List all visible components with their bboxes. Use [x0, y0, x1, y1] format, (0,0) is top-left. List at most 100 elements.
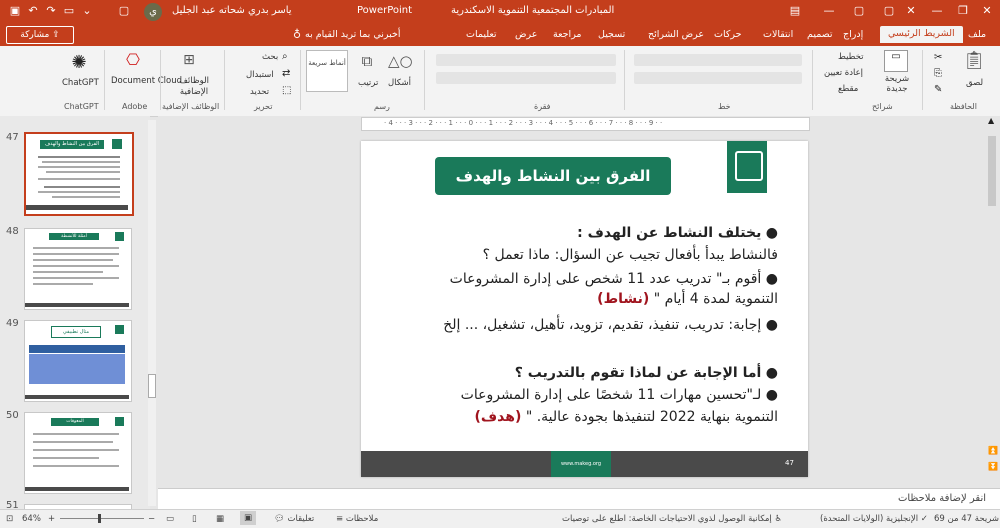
reading-view-icon[interactable]: ▯ [192, 514, 197, 524]
current-slide[interactable]: الفرق بين النشاط والهدف ● يختلف النشاط ع… [361, 141, 808, 477]
slides-group-label: شرائح [872, 102, 893, 111]
new-slide-icon[interactable]: ▭ [884, 50, 908, 72]
tab-slideshow[interactable]: عرض الشرائح [648, 29, 704, 40]
tab-file[interactable]: ملف [968, 29, 986, 40]
close-window-icon-alt[interactable]: ✕ [904, 4, 918, 18]
zoom-slider-thumb[interactable] [98, 514, 101, 523]
slide-thumbnail-50[interactable]: المعوقات [24, 412, 132, 494]
maximize-icon[interactable]: ▢ [852, 4, 866, 18]
redo-icon[interactable]: ↷ [44, 4, 58, 18]
comments-button[interactable]: 💬︎ تعليقات [274, 514, 314, 524]
ribbon-tabs: مشاركة ⇪ ♁ أخبرني بما تريد القيام به تعل… [0, 24, 1000, 46]
replace-label[interactable]: استبدال [246, 70, 274, 80]
tab-record[interactable]: تسجيل [598, 29, 625, 40]
restore-window-icon[interactable]: ❐ [956, 4, 970, 18]
language-status[interactable]: الإنجليزية (الولايات المتحدة) ✓ [820, 514, 928, 524]
quick-styles-label: أنماط سريعة [308, 59, 346, 67]
normal-view-icon[interactable]: ▣ [240, 511, 256, 525]
ribbon-display-icon[interactable]: ▤ [788, 4, 802, 18]
save-icon[interactable]: ▣ [8, 4, 22, 18]
paste-label[interactable]: لصق [966, 78, 983, 88]
shapes-label[interactable]: أشكال [388, 78, 411, 88]
thumb-title: الفرق بين النشاط والهدف [40, 140, 104, 149]
zoom-in-icon[interactable]: + [48, 514, 55, 524]
fit-slide-icon[interactable]: ⊡ [6, 514, 13, 524]
slide-number: 48 [6, 226, 19, 237]
switch-account-icon[interactable]: ▢ [117, 4, 131, 18]
customize-icon[interactable]: ⌄ [80, 4, 94, 18]
tab-help[interactable]: تعليمات [466, 29, 497, 40]
layout-label[interactable]: تخطيط [838, 52, 863, 62]
font-controls-row1[interactable] [634, 54, 802, 66]
bullet-line: ● أما الإجابة عن لماذا تقوم بالتدريب ؟ [514, 365, 778, 381]
prev-slide-icon[interactable]: ⏫ [988, 446, 998, 455]
select-icon[interactable]: ⬚ [282, 85, 291, 96]
paragraph-group-label: فقرة [534, 102, 551, 111]
text-line: التنموية بنهاية 2022 لتنفيذها بجودة عالي… [474, 409, 779, 425]
tab-design[interactable]: تصميم [807, 29, 833, 40]
slide-thumbnail-47[interactable]: الفرق بين النشاط والهدف [24, 132, 134, 216]
font-controls-row2[interactable] [634, 72, 802, 84]
find-label[interactable]: بحث [262, 52, 278, 62]
arrange-label[interactable]: ترتيب [358, 78, 378, 88]
copy-icon[interactable]: ⎘ [934, 68, 942, 79]
tab-animations[interactable]: حركات [714, 29, 741, 40]
section-label[interactable]: مقطع [838, 84, 858, 94]
find-icon[interactable]: ⌕ [282, 51, 288, 62]
tab-review[interactable]: مراجعة [553, 29, 582, 40]
shapes-icon[interactable]: △○ [388, 52, 413, 70]
paragraph-controls-row2[interactable] [436, 72, 616, 84]
vertical-scrollbar[interactable]: ▲ ⏫ ⏬ [986, 116, 998, 488]
bullet-line: ● لـ"تحسين مهارات 11 شخصًا على إدارة الم… [460, 387, 778, 403]
window-icon-alt[interactable]: ▢ [882, 4, 896, 18]
addins-icon[interactable]: ⊞ [178, 52, 200, 70]
paste-icon[interactable]: 📋︎ [962, 50, 986, 74]
new-slide-label[interactable]: شريحة جديدة [880, 74, 914, 94]
reset-label[interactable]: إعادة تعيين [824, 68, 863, 78]
close-icon[interactable]: ✕ [980, 4, 994, 18]
share-button[interactable]: مشاركة ⇪ [6, 26, 74, 44]
replace-icon[interactable]: ⇄ [282, 68, 290, 79]
notes-pane[interactable]: انقر لإضافة ملاحظات [158, 488, 1000, 510]
paragraph-controls-row1[interactable] [436, 54, 616, 66]
avatar[interactable]: ي [144, 3, 162, 21]
footer-page-number: 47 [785, 459, 794, 467]
footer-website: www.makeg.org [551, 451, 611, 477]
cut-icon[interactable]: ✂ [934, 52, 942, 63]
sorter-view-icon[interactable]: ▦ [216, 514, 224, 524]
arrange-icon[interactable]: ⧉ [356, 52, 378, 70]
notes-placeholder[interactable]: انقر لإضافة ملاحظات [898, 493, 986, 504]
minimize-window-icon[interactable]: — [930, 4, 944, 18]
minimize-icon[interactable]: — [822, 4, 836, 18]
zoom-level[interactable]: 64% [22, 514, 41, 524]
present-icon[interactable]: ▭ [62, 4, 76, 18]
select-label[interactable]: تحديد [250, 87, 269, 97]
addins-label[interactable]: الوظائف الإضافية [172, 76, 216, 98]
tell-me-search[interactable]: أخبرني بما تريد القيام به [305, 29, 401, 40]
tab-transitions[interactable]: انتقالات [763, 29, 793, 40]
tab-insert[interactable]: إدراج [843, 29, 863, 40]
zoom-out-icon[interactable]: − [148, 514, 155, 524]
accessibility-status[interactable]: إمكانية الوصول لذوي الاحتياجات الخاصة: ا… [562, 514, 782, 524]
slide-thumbnail-48[interactable]: أمثلة للأنشطة [24, 228, 132, 310]
scroll-thumb[interactable] [988, 136, 996, 206]
chatgpt-label[interactable]: ChatGPT [62, 78, 99, 88]
adobe-pdf-icon[interactable]: ⎔ [122, 50, 144, 74]
next-slide-icon[interactable]: ⏬ [988, 462, 998, 471]
thumbnails-scroll-thumb[interactable] [148, 374, 156, 398]
tab-home[interactable]: الشريط الرئيسي [880, 26, 963, 43]
clipboard-group-label: الحافظة [950, 102, 977, 111]
tab-view[interactable]: عرض [515, 29, 537, 40]
quick-styles-button[interactable]: أنماط سريعة [306, 50, 348, 92]
share-label: مشاركة [20, 30, 50, 40]
slideshow-view-icon[interactable]: ▭ [166, 514, 174, 524]
format-painter-icon[interactable]: ✎ [934, 84, 942, 95]
zoom-slider[interactable] [60, 518, 144, 519]
slide-thumbnail-49[interactable]: مثال تطبيقي [24, 320, 132, 402]
slide-number: 50 [6, 410, 19, 421]
undo-icon[interactable]: ↶ [26, 4, 40, 18]
scroll-up-icon[interactable]: ▲ [988, 116, 994, 125]
thumbnails-scrollbar[interactable] [148, 120, 156, 506]
notes-button[interactable]: ≡ ملاحظات [336, 514, 378, 524]
chatgpt-icon[interactable]: ✺ [66, 52, 92, 73]
